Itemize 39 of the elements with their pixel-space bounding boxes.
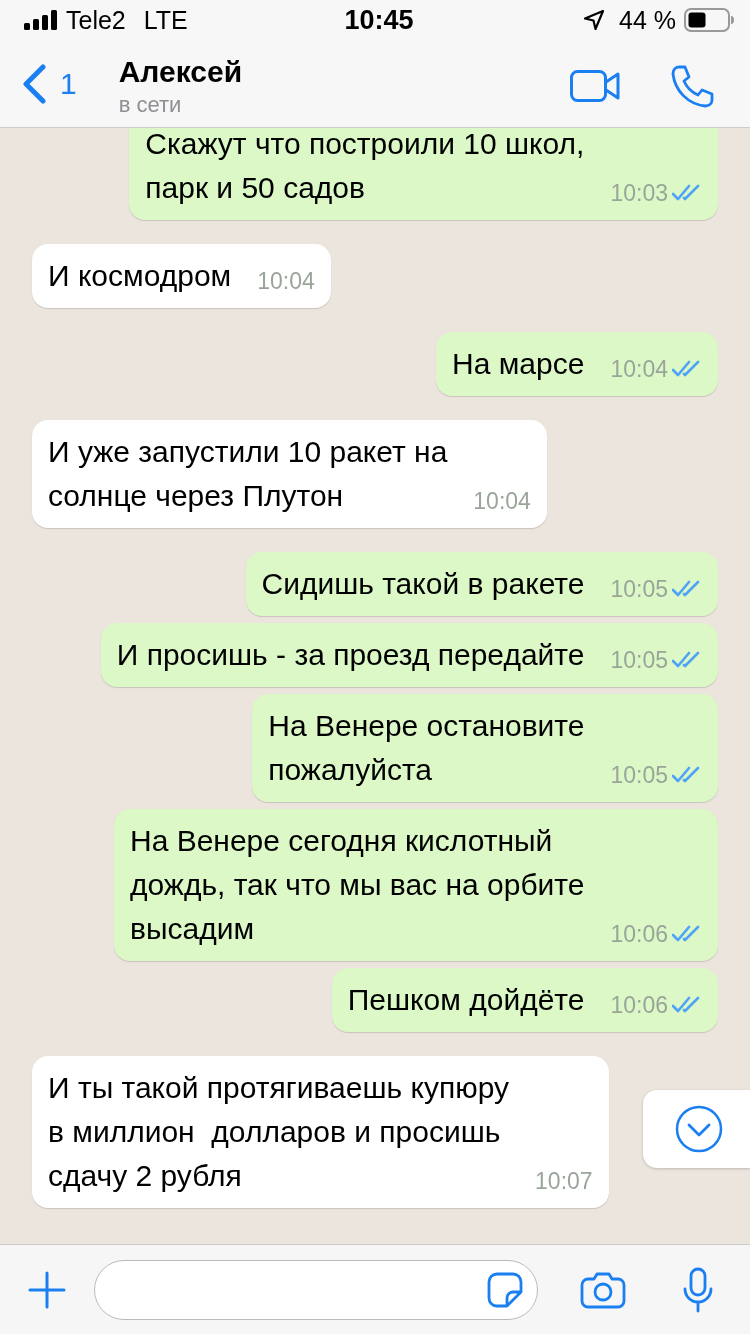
message-time: 10:04 [257,267,315,296]
video-call-icon[interactable] [570,70,620,102]
message-text: На Венере сегодня кислотный дождь, так что мы вас на орбите высадим [130,823,585,947]
message-time: 10:07 [535,1167,593,1196]
message-text: Сидишь такой в ракете [261,566,585,602]
clock-time: 10:45 [344,4,414,36]
message-text: И ты такой протягиваешь купюру в миллион долларов и просишь сдачу 2 рубля [48,1070,510,1194]
message-text: Скажут что построили 10 школ, парк и 50 садов [145,128,585,206]
message-time: 10:03 [610,179,668,208]
location-arrow-icon [583,9,605,31]
message-time: 10:06 [610,991,668,1020]
message-text: На Венере остановите пожалуйста [268,708,585,788]
network-type: LTE [143,5,188,35]
message-time: 10:04 [473,487,531,516]
message-text: И просишь - за проезд передайте [116,637,585,673]
contact-status: в сети [118,91,183,119]
message-time: 10:05 [610,575,668,604]
camera-icon[interactable] [580,1270,626,1309]
contact-name[interactable]: Алексей [118,54,570,90]
message-text: На марсе [452,346,585,382]
back-chevron-icon [22,64,46,104]
battery-percent: 44 % [619,5,676,35]
message-text: И уже запустили 10 ракет на солнце через Плутон [48,434,448,514]
sticker-icon[interactable] [487,1271,523,1308]
message-text: И космодром [48,258,232,294]
carrier-name: Tele2 [66,5,126,35]
microphone-icon[interactable] [682,1266,714,1313]
message-time: 10:04 [610,355,668,384]
chevron-down-icon [673,1104,724,1154]
message-time: 10:05 [610,761,668,790]
back-button[interactable]: 1 [16,54,83,114]
scroll-down-button[interactable] [643,1090,750,1168]
phone-call-icon[interactable] [670,64,714,108]
plus-icon[interactable] [28,1270,66,1309]
message-time: 10:05 [610,646,668,675]
signal-icon [24,10,58,30]
message-time: 10:06 [610,920,668,949]
message-text: Пешком дойдёте [347,982,585,1018]
battery-icon [684,8,734,32]
